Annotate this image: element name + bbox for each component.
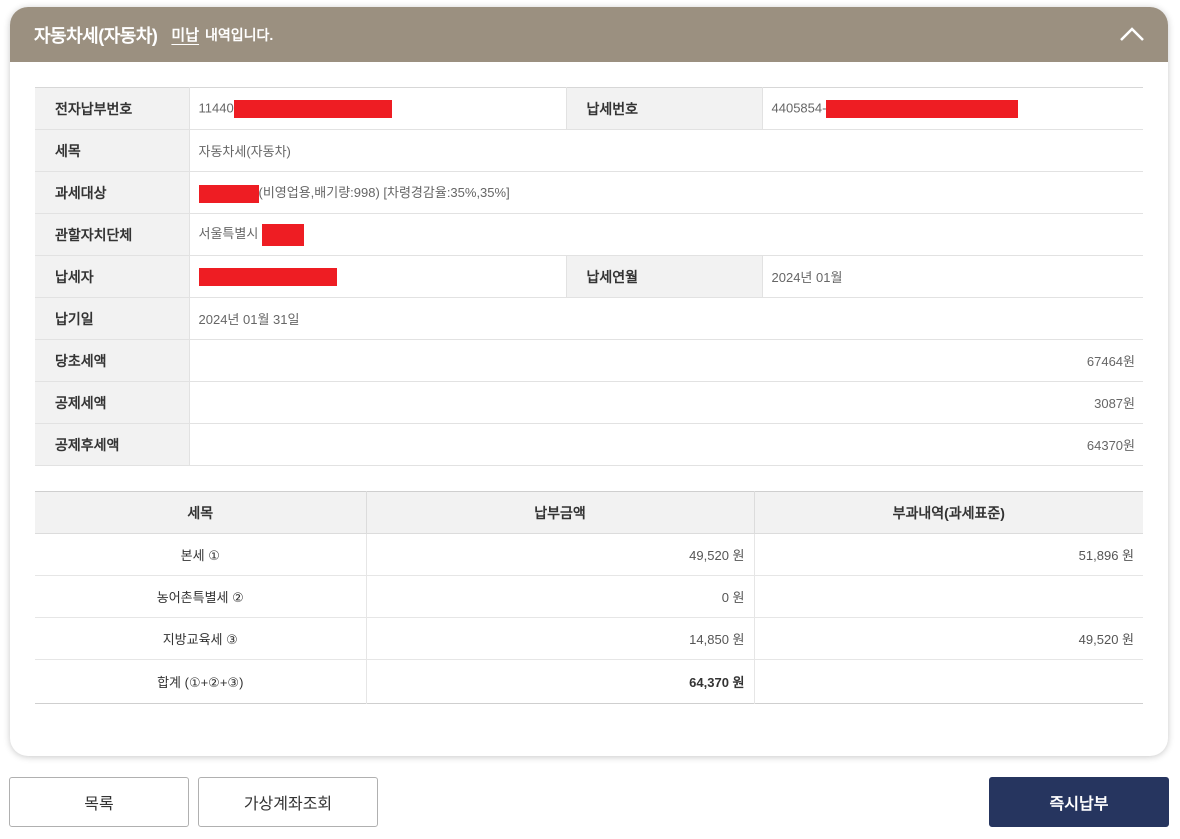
tax-year-month-label: 납세연월 — [565, 255, 763, 298]
tax-item-value: 자동차세(자동차) — [189, 129, 1143, 172]
tax-payment-no: 4405854- — [771, 99, 827, 115]
taxable-object-label: 과세대상 — [35, 171, 190, 214]
electronic-payment-no: 11440 — [198, 99, 234, 115]
local-gov-cell: 서울특별시 — [189, 213, 1143, 256]
tax-payment-no-label: 납세번호 — [565, 87, 763, 130]
table-row: 농어촌특별세 ② 0 원 — [35, 575, 1143, 618]
original-tax-label: 당초세액 — [35, 339, 190, 382]
pay-now-button[interactable]: 즉시납부 — [989, 777, 1169, 827]
local-gov-label: 관할자치단체 — [35, 213, 190, 256]
taxable-object-cell: (비영업용,배기량:998) [차령경감율:35%,35%] — [189, 171, 1143, 214]
tax-info-table: 전자납부번호 11440 납세번호 4405854- 세목 자동차세(자동차) … — [35, 87, 1143, 466]
info-row-after-deduction: 공제후세액 64370원 — [35, 423, 1143, 466]
row-tax-name: 농어촌특별세 ② — [35, 575, 367, 618]
row-amount: 64,370 원 — [366, 659, 755, 704]
info-row-original-tax: 당초세액 67464원 — [35, 339, 1143, 382]
redaction-block — [261, 223, 304, 246]
row-tax-name: 합계 (①+②+③) — [35, 659, 367, 704]
payment-status: 미납 — [171, 27, 200, 44]
chevron-up-icon[interactable] — [1118, 22, 1146, 46]
info-row-tax-item: 세목 자동차세(자동차) — [35, 129, 1143, 172]
row-tax-name: 본세 ① — [35, 533, 367, 576]
tax-breakdown-table: 세목 납부금액 부과내역(과세표준) 본세 ① 49,520 원 51,896 … — [35, 491, 1143, 704]
tax-year-month-value: 2024년 01월 — [762, 255, 1143, 298]
info-row-local-gov: 관할자치단체 서울특별시 — [35, 213, 1143, 256]
due-date-label: 납기일 — [35, 297, 190, 340]
column-header-tax-item: 세목 — [35, 491, 367, 534]
taxable-object-detail: (비영업용,배기량:998) [차령경감율:35%,35%] — [258, 185, 510, 201]
deduction-value: 3087원 — [189, 381, 1143, 424]
redaction-block — [826, 99, 1019, 118]
info-row-taxable-object: 과세대상 (비영업용,배기량:998) [차령경감율:35%,35%] — [35, 171, 1143, 214]
table-row-total: 합계 (①+②+③) 64,370 원 — [35, 659, 1143, 704]
tax-detail-card: 자동차세(자동차) 미납 내역입니다. 전자납부번호 11440 납세번호 44… — [10, 7, 1168, 756]
row-tax-base: 51,896 원 — [754, 533, 1143, 576]
tax-item-label: 세목 — [35, 129, 190, 172]
column-header-amount: 납부금액 — [366, 491, 755, 534]
tax-payment-no-cell: 4405854- — [762, 87, 1143, 130]
info-row-due-date: 납기일 2024년 01월 31일 — [35, 297, 1143, 340]
due-date-value: 2024년 01월 31일 — [189, 297, 1143, 340]
taxpayer-cell — [189, 255, 566, 298]
original-tax-value: 67464원 — [189, 339, 1143, 382]
row-tax-base — [754, 660, 1143, 704]
row-tax-base — [754, 575, 1143, 618]
table-row: 본세 ① 49,520 원 51,896 원 — [35, 533, 1143, 576]
row-tax-base: 49,520 원 — [754, 617, 1143, 660]
info-row-payment-numbers: 전자납부번호 11440 납세번호 4405854- — [35, 87, 1143, 130]
redaction-block — [198, 267, 337, 286]
column-header-tax-base: 부과내역(과세표준) — [754, 491, 1143, 534]
card-title-suffix: 내역입니다. — [205, 26, 274, 43]
redaction-block — [198, 184, 259, 203]
row-amount: 14,850 원 — [366, 617, 755, 660]
info-row-deduction: 공제세액 3087원 — [35, 381, 1143, 424]
row-amount: 0 원 — [366, 575, 755, 618]
card-title: 자동차세(자동차) — [34, 25, 158, 46]
row-amount: 49,520 원 — [366, 533, 755, 576]
redaction-block — [233, 99, 392, 118]
electronic-payment-no-label: 전자납부번호 — [35, 87, 190, 130]
electronic-payment-no-cell: 11440 — [189, 87, 566, 130]
table-row: 지방교육세 ③ 14,850 원 49,520 원 — [35, 617, 1143, 660]
deduction-label: 공제세액 — [35, 381, 190, 424]
virtual-account-button[interactable]: 가상계좌조회 — [198, 777, 378, 827]
list-button[interactable]: 목록 — [9, 777, 189, 827]
card-header[interactable]: 자동차세(자동차) 미납 내역입니다. — [10, 7, 1168, 62]
table-header-row: 세목 납부금액 부과내역(과세표준) — [35, 491, 1143, 534]
local-gov-value: 서울특별시 — [198, 226, 259, 242]
after-deduction-value: 64370원 — [189, 423, 1143, 466]
row-tax-name: 지방교육세 ③ — [35, 617, 367, 660]
info-row-taxpayer: 납세자 납세연월 2024년 01월 — [35, 255, 1143, 298]
taxpayer-label: 납세자 — [35, 255, 190, 298]
after-deduction-label: 공제후세액 — [35, 423, 190, 466]
